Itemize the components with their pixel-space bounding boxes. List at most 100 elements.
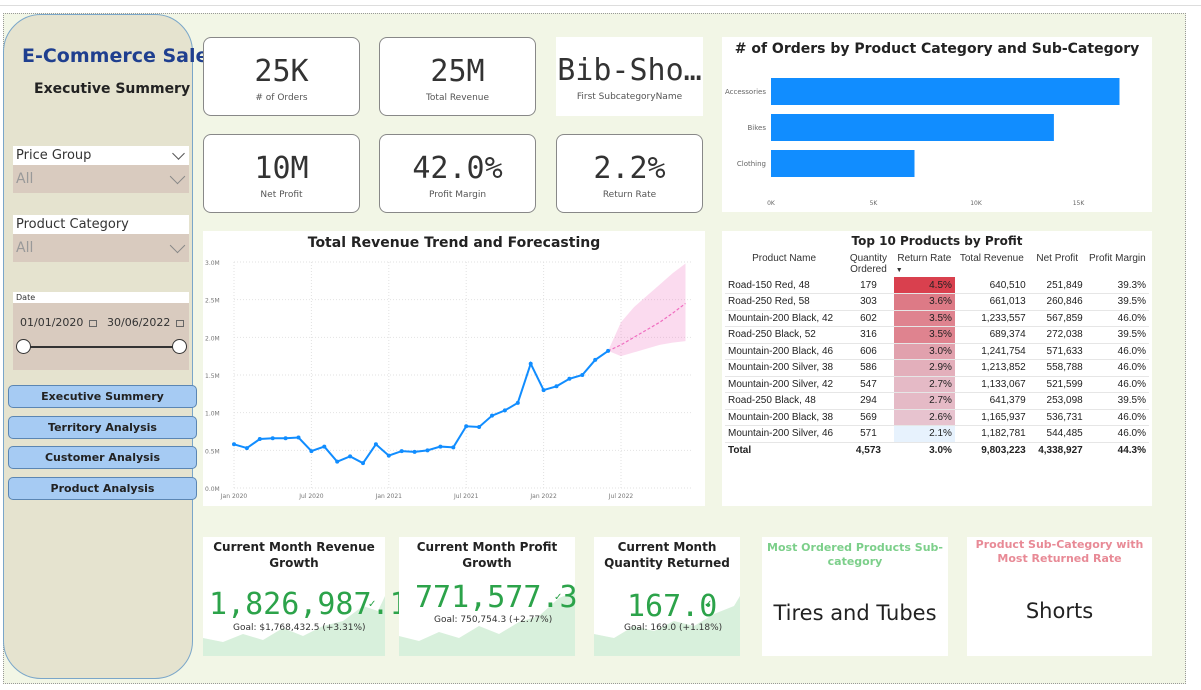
- bar-category-label: Bikes: [747, 124, 766, 132]
- table-row[interactable]: Mountain-200 Silver, 46 571 2.1% 1,182,781 5…: [725, 425, 1149, 443]
- nav-customer-analysis-button[interactable]: Customer Analysis: [8, 446, 197, 469]
- date-range-start-handle[interactable]: [16, 339, 31, 354]
- return-rate-cell: 3.0%: [893, 343, 955, 360]
- margin-cell: 46.0%: [1085, 310, 1149, 327]
- product-category-slicer[interactable]: Product Category All: [13, 215, 189, 262]
- price-group-slicer[interactable]: Price Group All: [13, 146, 189, 193]
- x-axis-tick: Jul 2022: [608, 493, 634, 500]
- net-profit-cell: 260,846: [1028, 293, 1086, 311]
- calendar-icon[interactable]: [176, 319, 185, 327]
- date-range-end-handle[interactable]: [172, 339, 187, 354]
- revenue-point[interactable]: [296, 435, 301, 440]
- revenue-point[interactable]: [490, 413, 494, 418]
- revenue-point[interactable]: [309, 449, 314, 454]
- quantity-cell: 294: [843, 392, 894, 410]
- revenue-point[interactable]: [283, 436, 288, 441]
- chevron-down-icon[interactable]: [172, 147, 185, 160]
- kpi-first-subcategory-label: First SubcategoryName: [576, 92, 683, 102]
- table-row[interactable]: Mountain-200 Black, 38 569 2.6% 1,165,937 53…: [725, 409, 1149, 426]
- revenue-cell: 689,374: [954, 326, 1029, 344]
- table-row[interactable]: Road-250 Black, 52 316 3.5% 689,374 272,038 3…: [725, 326, 1149, 344]
- revenue-point[interactable]: [373, 442, 378, 447]
- revenue-point[interactable]: [502, 408, 507, 413]
- price-group-value: All: [16, 171, 34, 187]
- net-profit-cell: 544,485: [1028, 425, 1086, 443]
- col-return-rate[interactable]: Return Rate ▼: [894, 251, 955, 277]
- col-quantity-ordered[interactable]: Quantity Ordered: [843, 251, 894, 277]
- bar-axis-tick: 5K: [870, 200, 879, 207]
- kpi-net-profit-label: Net Profit: [260, 190, 303, 200]
- nav-territory-analysis-button[interactable]: Territory Analysis: [8, 416, 197, 439]
- revenue-point[interactable]: [244, 446, 249, 451]
- table-row[interactable]: Mountain-200 Black, 46 606 3.0% 1,241,754 57…: [725, 343, 1149, 360]
- revenue-growth-card: Current Month Revenue Growth 1,826,987.1…: [203, 537, 408, 656]
- revenue-point[interactable]: [348, 454, 353, 459]
- calendar-icon[interactable]: [89, 319, 98, 327]
- revenue-point[interactable]: [464, 424, 469, 429]
- start-date-input[interactable]: 01/01/2020: [16, 312, 98, 334]
- end-date-input[interactable]: 30/06/2022: [103, 312, 185, 334]
- revenue-point[interactable]: [270, 436, 275, 441]
- chevron-down-icon[interactable]: [169, 237, 186, 254]
- quantity-returned-title: Current Month Quantity Returned: [604, 540, 730, 570]
- bar-bikes[interactable]: [771, 114, 1054, 141]
- product-category-value: All: [16, 240, 34, 256]
- product-category-dropdown[interactable]: All: [13, 234, 189, 262]
- col-profit-margin[interactable]: Profit Margin: [1086, 251, 1149, 277]
- chevron-down-icon[interactable]: [169, 168, 186, 185]
- revenue-point[interactable]: [386, 453, 391, 458]
- net-profit-cell: 558,788: [1028, 359, 1086, 377]
- revenue-point[interactable]: [257, 437, 262, 442]
- revenue-point[interactable]: [593, 357, 598, 362]
- product-name-cell: Road-150 Red, 48: [725, 277, 844, 294]
- bar-axis-tick: 15K: [1073, 200, 1086, 207]
- bar-category-label: Accessories: [725, 88, 766, 96]
- table-row[interactable]: Mountain-200 Silver, 38 586 2.9% 1,213,852 5…: [725, 359, 1149, 377]
- table-row[interactable]: Road-250 Black, 48 294 2.7% 641,379 253,098 3…: [725, 392, 1149, 410]
- nav-executive-summary-button[interactable]: Executive Summery: [8, 385, 197, 408]
- revenue-point[interactable]: [567, 376, 572, 381]
- total-cell: 44.3%: [1085, 441, 1149, 459]
- end-date-value: 30/06/2022: [107, 316, 171, 329]
- table-row[interactable]: Road-150 Red, 48 179 4.5% 640,510 251,849 39.…: [725, 277, 1149, 294]
- table-row[interactable]: Road-250 Red, 58 303 3.6% 661,013 260,846 39.…: [725, 293, 1149, 311]
- bar-clothing[interactable]: [771, 150, 915, 177]
- table-row[interactable]: Mountain-200 Black, 42 602 3.5% 1,233,557 56…: [725, 310, 1149, 327]
- margin-cell: 39.5%: [1085, 326, 1149, 344]
- revenue-point[interactable]: [335, 459, 340, 464]
- table-row[interactable]: Mountain-200 Silver, 42 547 2.7% 1,133,067 5…: [725, 376, 1149, 393]
- kpi-profit-margin-value: 42.0%: [412, 152, 503, 186]
- revenue-point[interactable]: [412, 449, 417, 454]
- revenue-point[interactable]: [477, 424, 482, 429]
- revenue-point[interactable]: [425, 448, 430, 453]
- col-net-profit[interactable]: Net Profit: [1029, 251, 1086, 277]
- revenue-point[interactable]: [232, 442, 236, 447]
- revenue-trend-panel: Total Revenue Trend and Forecasting 3.0M…: [203, 231, 705, 506]
- revenue-cell: 1,213,852: [954, 359, 1029, 377]
- kpi-orders-label: # of Orders: [255, 93, 308, 103]
- x-axis-tick: Jan 2020: [220, 493, 248, 500]
- revenue-point[interactable]: [606, 348, 611, 353]
- price-group-dropdown[interactable]: All: [13, 165, 189, 193]
- revenue-point[interactable]: [438, 444, 443, 449]
- bar-accessories[interactable]: [771, 78, 1120, 105]
- date-slicer[interactable]: Date 01/01/2020 30/06/2022: [13, 292, 189, 370]
- revenue-point[interactable]: [399, 449, 404, 454]
- quantity-cell: 606: [843, 343, 894, 360]
- x-axis-tick: Jan 2022: [529, 493, 557, 500]
- revenue-point[interactable]: [554, 384, 559, 389]
- top-border: [0, 0, 1201, 6]
- nav-product-analysis-button[interactable]: Product Analysis: [8, 477, 197, 500]
- revenue-point[interactable]: [515, 400, 520, 405]
- revenue-point[interactable]: [541, 388, 546, 393]
- revenue-point[interactable]: [580, 373, 585, 377]
- revenue-point[interactable]: [322, 444, 327, 449]
- kpi-profit-margin-card: 42.0% Profit Margin: [379, 134, 536, 213]
- y-axis-tick: 0.0M: [205, 486, 220, 493]
- kpi-return-rate-value: 2.2%: [593, 152, 666, 186]
- col-product-name[interactable]: Product Name: [725, 251, 843, 277]
- revenue-point[interactable]: [528, 361, 533, 366]
- revenue-point[interactable]: [451, 445, 456, 450]
- col-total-revenue[interactable]: Total Revenue: [955, 251, 1029, 277]
- revenue-point[interactable]: [361, 461, 365, 466]
